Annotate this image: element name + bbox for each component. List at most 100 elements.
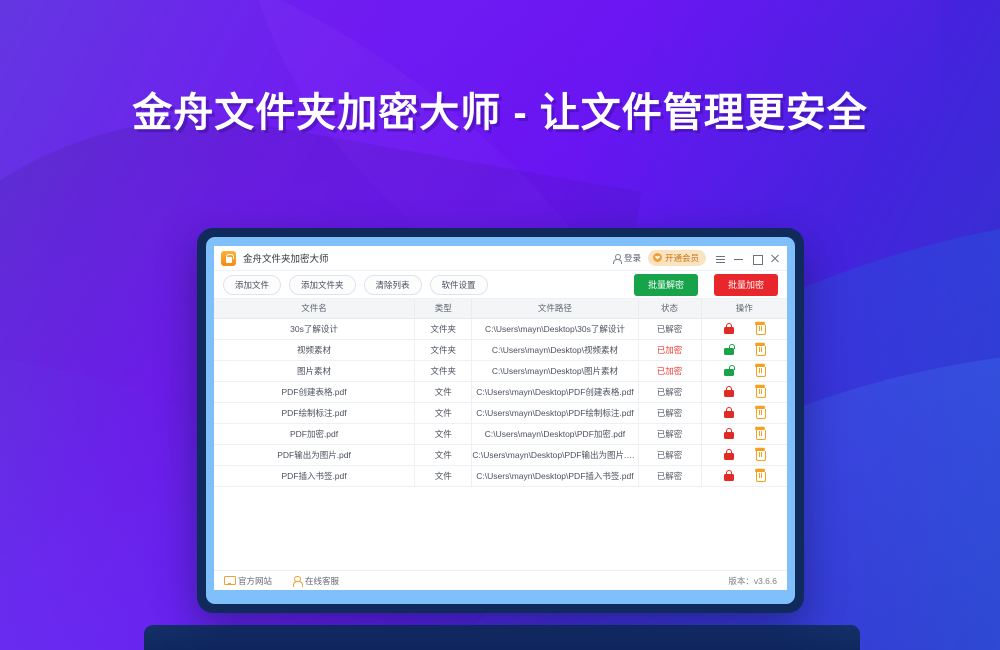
official-website-link[interactable]: 官方网站	[224, 575, 272, 587]
table-row[interactable]: 30s了解设计 文件夹 C:\Users\mayn\Desktop\30s了解设计已…	[214, 318, 787, 340]
trash-icon[interactable]	[754, 407, 766, 419]
cell-filename: 30s了解设计	[214, 318, 416, 340]
cell-status: 已加密	[638, 360, 702, 382]
lock-icon[interactable]	[724, 407, 735, 418]
column-header-path: 文件路径	[471, 299, 639, 319]
version-label: 版本：v3.6.6	[728, 575, 777, 586]
maximize-icon[interactable]	[752, 254, 763, 265]
cell-path: C:\Users\mayn\Desktop\PDF加密.pdf	[471, 423, 639, 445]
official-website-label: 官方网站	[238, 575, 273, 586]
hamburger-menu-icon[interactable]	[716, 254, 725, 263]
cell-type: 文件	[414, 423, 473, 445]
trash-icon[interactable]	[754, 365, 766, 377]
cell-type: 文件	[414, 444, 473, 466]
cell-actions	[701, 339, 787, 361]
laptop-base	[144, 625, 860, 650]
minimize-icon[interactable]	[734, 254, 743, 263]
lock-icon[interactable]	[724, 365, 736, 376]
clear-list-button[interactable]: 清除列表	[363, 274, 422, 295]
application-window: 金舟文件夹加密大师 登录 开通会员 添加文件 添加文件夹 清除列表 软件设置 批…	[214, 246, 787, 590]
cell-status: 已解密	[638, 318, 702, 340]
cell-path: C:\Users\mayn\Desktop\图片素材	[471, 360, 639, 382]
login-label: 登录	[623, 253, 641, 263]
toolbar: 添加文件 添加文件夹 清除列表 软件设置 批量解密 批量加密	[214, 271, 787, 299]
cell-type: 文件夹	[414, 360, 473, 382]
trash-icon[interactable]	[754, 386, 766, 398]
lock-icon[interactable]	[724, 386, 735, 397]
person-icon	[613, 253, 623, 264]
cell-actions	[701, 423, 787, 445]
cell-type: 文件	[414, 402, 473, 424]
trash-icon[interactable]	[754, 470, 766, 482]
cell-status: 已加密	[638, 339, 702, 361]
lock-icon[interactable]	[724, 449, 735, 460]
cell-actions	[701, 465, 787, 487]
cell-filename: PDF绘制标注.pdf	[214, 402, 416, 424]
cell-type: 文件	[414, 465, 473, 487]
batch-encrypt-button[interactable]: 批量加密	[713, 273, 778, 296]
cell-filename: PDF插入书签.pdf	[214, 465, 416, 487]
title-bar-actions: 登录 开通会员	[613, 249, 779, 267]
open-membership-button[interactable]: 开通会员	[647, 249, 706, 267]
cell-status: 已解密	[638, 381, 702, 403]
lock-icon[interactable]	[724, 428, 735, 439]
lock-icon[interactable]	[724, 470, 735, 481]
table-row[interactable]: 图片素材 文件夹 C:\Users\mayn\Desktop\图片素材 已加密	[214, 360, 787, 382]
lock-icon[interactable]	[724, 344, 736, 355]
table-row[interactable]: PDF插入书签.pdf 文件 C:\Users\mayn\Desktop\PDF插入…	[214, 465, 787, 487]
cell-actions	[701, 402, 787, 424]
table-header: 文件名 类型 文件路径 状态 操作	[214, 299, 787, 319]
cell-actions	[701, 318, 787, 340]
login-button[interactable]: 登录	[613, 252, 641, 264]
cell-path: C:\Users\mayn\Desktop\30s了解设计	[471, 318, 639, 340]
online-support-link[interactable]: 在线客服	[292, 575, 339, 587]
table-row[interactable]: PDF绘制标注.pdf 文件 C:\Users\mayn\Desktop\PDF绘制…	[214, 402, 787, 424]
file-table-container: 文件名 类型 文件路径 状态 操作 30s了解设计 文件夹 C:\Users\may…	[214, 299, 787, 570]
add-folder-button[interactable]: 添加文件夹	[289, 274, 356, 295]
page-headline: 金舟文件夹加密大师 - 让文件管理更安全	[132, 91, 868, 135]
table-row[interactable]: PDF创建表格.pdf 文件 C:\Users\mayn\Desktop\PDF创建…	[214, 381, 787, 403]
batch-decrypt-button[interactable]: 批量解密	[633, 273, 698, 296]
membership-label: 开通会员	[664, 252, 699, 263]
trash-icon[interactable]	[754, 449, 766, 461]
cell-path: C:\Users\mayn\Desktop\PDF输出为图片.pdf	[471, 444, 639, 466]
cell-status: 已解密	[638, 444, 702, 466]
laptop-frame: 金舟文件夹加密大师 登录 开通会员 添加文件 添加文件夹 清除列表 软件设置 批…	[197, 228, 804, 613]
cell-filename: 视频素材	[214, 339, 416, 361]
cell-actions	[701, 360, 787, 382]
close-icon[interactable]	[770, 254, 779, 263]
cell-filename: 图片素材	[214, 360, 416, 382]
table-body: 30s了解设计 文件夹 C:\Users\mayn\Desktop\30s了解设计已…	[214, 318, 787, 487]
column-header-status: 状态	[638, 299, 702, 319]
cell-path: C:\Users\mayn\Desktop\PDF绘制标注.pdf	[471, 402, 639, 424]
monitor-icon	[224, 576, 236, 585]
settings-button[interactable]: 软件设置	[429, 274, 488, 295]
status-bar: 官方网站 在线客服 版本：v3.6.6	[214, 570, 787, 590]
cell-actions	[701, 444, 787, 466]
folder-lock-icon	[221, 250, 236, 266]
column-header-type: 类型	[414, 299, 473, 319]
cell-type: 文件夹	[414, 318, 473, 340]
laptop-bezel: 金舟文件夹加密大师 登录 开通会员 添加文件 添加文件夹 清除列表 软件设置 批…	[206, 237, 795, 604]
trash-icon[interactable]	[754, 428, 766, 440]
cell-type: 文件夹	[414, 339, 473, 361]
table-row[interactable]: 视频素材 文件夹 C:\Users\mayn\Desktop\视频素材 已加密	[214, 339, 787, 361]
cell-actions	[701, 381, 787, 403]
file-table: 文件名 类型 文件路径 状态 操作 30s了解设计 文件夹 C:\Users\may…	[214, 299, 787, 487]
table-row[interactable]: PDF输出为图片.pdf 文件 C:\Users\mayn\Desktop\PDF输…	[214, 444, 787, 466]
add-file-button[interactable]: 添加文件	[223, 274, 282, 295]
window-controls	[716, 254, 779, 265]
trash-icon[interactable]	[754, 344, 766, 356]
cell-status: 已解密	[638, 423, 702, 445]
table-row[interactable]: PDF加密.pdf 文件 C:\Users\mayn\Desktop\PDF加密.p…	[214, 423, 787, 445]
cell-status: 已解密	[638, 465, 702, 487]
table-header-row: 文件名 类型 文件路径 状态 操作	[214, 299, 787, 319]
headset-person-icon	[292, 575, 303, 587]
cell-filename: PDF输出为图片.pdf	[214, 444, 416, 466]
trash-icon[interactable]	[754, 323, 766, 335]
lock-icon[interactable]	[724, 323, 735, 334]
cell-path: C:\Users\mayn\Desktop\PDF插入书签.pdf	[471, 465, 639, 487]
cell-path: C:\Users\mayn\Desktop\PDF创建表格.pdf	[471, 381, 639, 403]
column-header-filename: 文件名	[214, 299, 416, 319]
cell-path: C:\Users\mayn\Desktop\视频素材	[471, 339, 639, 361]
